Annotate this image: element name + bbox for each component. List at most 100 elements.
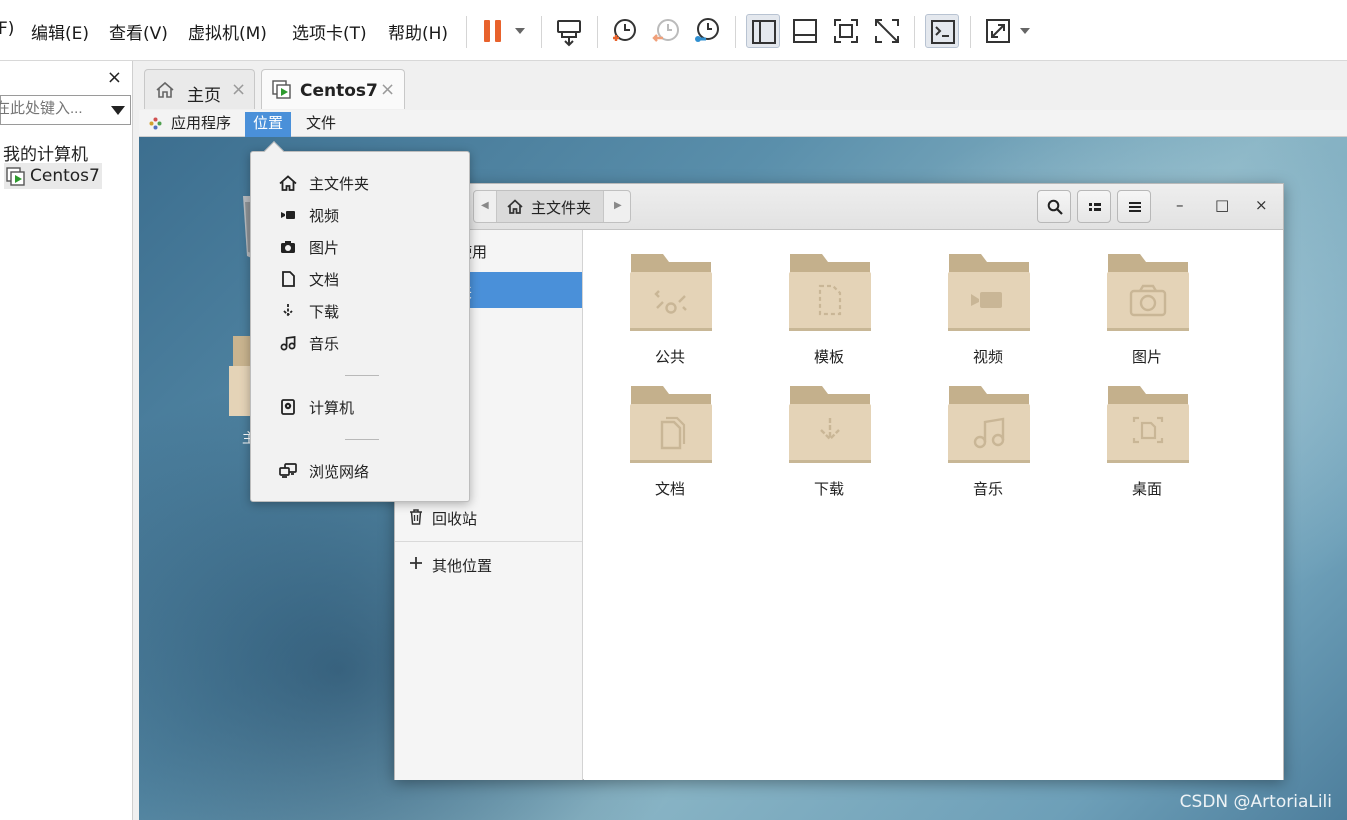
dropdown-arrow-icon[interactable] <box>1019 27 1031 35</box>
files-headerbar: ◀ 主文件夹 ▶ – □ × <box>395 184 1283 230</box>
tab-strip: 主页 × Centos7 × <box>139 61 1347 110</box>
toolbar-separator <box>914 16 915 48</box>
home-folder-desktop-icon[interactable] <box>229 336 251 416</box>
places-menu: 主文件夹 视频 图片 文档 下载 音乐 计算机 浏览网络 <box>250 141 470 502</box>
menu-edit[interactable]: 编辑(E) <box>31 19 89 44</box>
chevron-down-icon[interactable] <box>111 106 125 115</box>
tree-label: 我的计算机 <box>3 145 88 165</box>
toolbar-separator <box>735 16 736 48</box>
sidebar-item-label: 回收站 <box>432 510 478 528</box>
revert-snapshot-button[interactable] <box>649 14 683 48</box>
folder-desktop[interactable]: 桌面 <box>1092 382 1202 502</box>
sidebar-item-other-locations[interactable]: 其他位置 <box>395 546 582 582</box>
folder-label: 视频 <box>972 348 1003 366</box>
toolbar-separator <box>597 16 598 48</box>
folder-pictures[interactable]: 图片 <box>1092 250 1202 370</box>
places-item-home[interactable]: 主文件夹 <box>279 170 449 196</box>
folder-music[interactable]: 音乐 <box>933 382 1043 502</box>
folder-templates[interactable]: 模板 <box>774 250 884 370</box>
stretch-guest-button[interactable] <box>981 14 1015 48</box>
folder-label: 桌面 <box>1131 480 1162 498</box>
path-back-arrow[interactable]: ◀ <box>481 200 489 211</box>
document-icon <box>630 386 712 463</box>
places-item-label: 下载 <box>309 303 340 321</box>
places-item-label: 浏览网络 <box>309 463 370 481</box>
menu-button[interactable] <box>1117 190 1151 223</box>
music-icon <box>280 336 296 351</box>
maximize-button[interactable]: □ <box>1215 196 1229 214</box>
view-toggle-button[interactable] <box>1077 190 1111 223</box>
home-icon <box>279 175 297 191</box>
path-label: 主文件夹 <box>531 199 592 217</box>
folder-documents[interactable]: 文档 <box>615 382 725 502</box>
files-content: 公共 模板 视频 图片 文档 下载 音乐 桌面 <box>584 230 1283 780</box>
gnome-menu-applications[interactable]: 应用程序 <box>163 112 239 137</box>
places-item-computer[interactable]: 计算机 <box>279 394 449 420</box>
places-item-documents[interactable]: 文档 <box>279 266 449 292</box>
vm-running-icon <box>272 80 291 99</box>
show-library-button[interactable] <box>746 14 780 48</box>
places-item-music[interactable]: 音乐 <box>279 330 449 356</box>
menu-help[interactable]: 帮助(H) <box>388 19 448 44</box>
menu-tabs[interactable]: 选项卡(T) <box>292 19 367 44</box>
search-button[interactable] <box>1037 190 1071 223</box>
tab-centos7[interactable]: Centos7 × <box>261 69 405 109</box>
folder-downloads[interactable]: 下载 <box>774 382 884 502</box>
camera-icon <box>281 241 295 253</box>
tree-item-centos7[interactable]: Centos7 <box>4 163 102 189</box>
menu-file[interactable]: F) <box>0 19 14 39</box>
fullscreen-icon <box>834 19 858 43</box>
places-item-videos[interactable]: 视频 <box>279 202 449 228</box>
dropdown-arrow-icon[interactable] <box>514 27 526 35</box>
computer-icon <box>281 399 295 415</box>
send-ctrl-alt-del-button[interactable] <box>552 14 586 48</box>
document-icon <box>282 271 295 287</box>
stretch-guest-icon <box>986 19 1010 43</box>
snapshot-manager-icon <box>695 18 719 42</box>
snapshot-take-icon <box>613 19 636 41</box>
path-forward-arrow[interactable]: ▶ <box>614 200 622 211</box>
gnome-menu-places[interactable]: 位置 <box>245 112 292 137</box>
folder-public[interactable]: 公共 <box>615 250 725 370</box>
menu-view[interactable]: 查看(V) <box>109 19 168 44</box>
gnome-menu-files[interactable]: 文件 <box>298 112 344 137</box>
hamburger-icon <box>1129 202 1141 212</box>
tab-home[interactable]: 主页 × <box>144 69 255 109</box>
list-view-icon <box>1089 203 1101 211</box>
toolbar-separator <box>541 16 542 48</box>
folder-videos[interactable]: 视频 <box>933 250 1043 370</box>
folder-label: 下载 <box>813 480 844 498</box>
thumbnail-bar-button[interactable] <box>788 14 822 48</box>
thumbnail-bar-icon <box>793 19 817 43</box>
path-home-button[interactable]: 主文件夹 <box>496 191 604 222</box>
fullscreen-button[interactable] <box>829 14 863 48</box>
tree-label: Centos7 <box>30 166 100 186</box>
gnome-top-bar: 应用程序 位置 文件 <box>139 110 1347 137</box>
places-item-pictures[interactable]: 图片 <box>279 234 449 260</box>
library-header: × <box>0 61 132 93</box>
sidebar-item-trash[interactable]: 回收站 <box>395 499 582 535</box>
places-item-downloads[interactable]: 下载 <box>279 298 449 324</box>
unity-button[interactable] <box>870 14 904 48</box>
library-search[interactable] <box>0 95 131 125</box>
snapshot-revert-icon <box>652 19 679 42</box>
snapshot-manager-button[interactable] <box>690 14 724 48</box>
search-icon <box>1047 199 1063 215</box>
library-search-input[interactable] <box>0 100 103 117</box>
console-view-button[interactable] <box>925 14 959 48</box>
tab-close-button[interactable]: × <box>380 79 395 100</box>
path-bar: ◀ 主文件夹 ▶ <box>473 190 631 223</box>
tree-item-my-computer[interactable]: 我的计算机 <box>0 137 131 165</box>
tab-close-button[interactable]: × <box>231 79 246 100</box>
close-button[interactable]: × <box>1255 196 1268 214</box>
pause-button[interactable] <box>476 14 510 48</box>
library-close-button[interactable]: × <box>107 67 122 88</box>
menu-vm[interactable]: 虚拟机(M) <box>188 19 267 44</box>
menu-separator <box>345 439 379 440</box>
minimize-button[interactable]: – <box>1176 196 1184 214</box>
places-item-network[interactable]: 浏览网络 <box>279 458 449 484</box>
share-icon <box>630 254 712 331</box>
folder-label: 公共 <box>654 348 685 366</box>
toolbar-separator <box>970 16 971 48</box>
take-snapshot-button[interactable] <box>607 14 641 48</box>
